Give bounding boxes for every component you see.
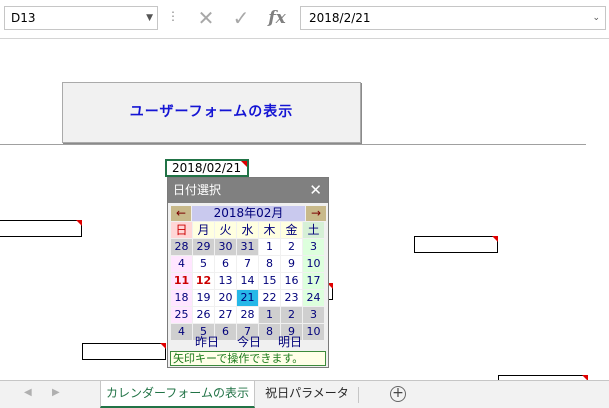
insert-function-icon[interactable]: fx — [264, 5, 290, 31]
calendar-day[interactable]: 16 — [281, 273, 302, 289]
tab-holiday-parameters[interactable]: 祝日パラメータ — [256, 381, 358, 408]
calendar-day[interactable]: 22 — [259, 290, 280, 306]
name-box-value: D13 — [11, 11, 36, 25]
date-cell-value: 2018/02/21 — [172, 161, 242, 175]
calendar-day[interactable]: 2 — [281, 307, 302, 323]
calendar-day[interactable]: 6 — [215, 256, 236, 272]
excel-window: D13 ▼ ⋮ ✕ ✓ fx 2018/2/21 ⌄ ユーザーフォームの表示 2… — [0, 0, 609, 408]
expand-formula-icon[interactable]: ⌄ — [592, 7, 600, 29]
calendar-day[interactable]: 7 — [237, 256, 258, 272]
date-picker-form: 日付選択 ✕ ← 2018年02月 → 日月火水木金土 28 29 30 31 1 2 3 4 5… — [167, 177, 329, 368]
calendar-day[interactable]: 13 — [215, 273, 236, 289]
calendar-day[interactable]: 15 — [259, 273, 280, 289]
weekday-header: 土 — [303, 222, 324, 238]
weekday-header: 金 — [281, 222, 302, 238]
calendar-day[interactable]: 5 — [193, 256, 214, 272]
prev-month-button[interactable]: ← — [171, 206, 191, 221]
scroll-left-icon[interactable]: ◀ — [24, 387, 32, 398]
calendar-day[interactable]: 3 — [303, 307, 324, 323]
form-title: 日付選択 — [173, 183, 222, 197]
month-label: 2018年02月 — [192, 206, 305, 221]
calendar-day[interactable]: 21 — [237, 290, 258, 306]
close-icon[interactable]: ✕ — [309, 178, 322, 203]
calendar-day[interactable]: 4 — [171, 256, 192, 272]
scroll-right-icon[interactable]: ▶ — [52, 387, 60, 398]
calendar-day[interactable]: 23 — [281, 290, 302, 306]
calendar-day[interactable]: 3 — [303, 239, 324, 255]
formula-bar: D13 ▼ ⋮ ✕ ✓ fx 2018/2/21 ⌄ — [0, 0, 609, 39]
input-cell[interactable] — [414, 236, 498, 253]
calendar-day[interactable]: 28 — [171, 239, 192, 255]
calendar-day[interactable]: 18 — [171, 290, 192, 306]
show-userform-button[interactable]: ユーザーフォームの表示 — [62, 82, 361, 143]
cancel-icon[interactable]: ✕ — [193, 5, 219, 31]
calendar-day[interactable]: 14 — [237, 273, 258, 289]
status-label: 矢印キーで操作できます。 — [170, 351, 326, 366]
tab-divider — [358, 387, 359, 403]
active-date-cell[interactable]: 2018/02/21 — [165, 159, 249, 177]
input-cell[interactable] — [0, 220, 82, 237]
formula-value: 2018/2/21 — [309, 11, 371, 25]
comment-indicator-icon — [160, 343, 166, 349]
calendar-day[interactable]: 12 — [193, 273, 214, 289]
comment-indicator-icon — [241, 161, 247, 167]
formula-bar-grip: ⋮ — [167, 9, 179, 23]
comment-indicator-icon — [492, 236, 498, 242]
name-box[interactable]: D13 ▼ — [4, 6, 158, 30]
calendar-day[interactable]: 28 — [237, 307, 258, 323]
calendar-day[interactable]: 9 — [281, 256, 302, 272]
calendar-day[interactable]: 26 — [193, 307, 214, 323]
divider-line — [0, 144, 586, 145]
month-navigator: ← 2018年02月 → — [171, 206, 326, 221]
calendar-day[interactable]: 2 — [281, 239, 302, 255]
yesterday-button[interactable]: 昨日 — [195, 333, 219, 350]
tomorrow-button[interactable]: 明日 — [278, 333, 302, 350]
calendar-day[interactable]: 25 — [171, 307, 192, 323]
weekday-header: 木 — [259, 222, 280, 238]
quick-select-row: 昨日 今日 明日 — [171, 333, 326, 349]
calendar-grid: 日月火水木金土 28 29 30 31 1 2 3 4 5 6 7 8 9 10 11 12 13 14 15 16 17… — [171, 222, 326, 340]
calendar-day[interactable]: 8 — [259, 256, 280, 272]
today-button[interactable]: 今日 — [237, 333, 261, 350]
weekday-header: 火 — [215, 222, 236, 238]
weekday-header: 日 — [171, 222, 192, 238]
calendar-day[interactable]: 19 — [193, 290, 214, 306]
calendar-day[interactable]: 10 — [303, 256, 324, 272]
calendar-day[interactable]: 11 — [171, 273, 192, 289]
weekday-header: 月 — [193, 222, 214, 238]
check-icon[interactable]: ✓ — [228, 5, 254, 31]
calendar-day[interactable]: 24 — [303, 290, 324, 306]
chevron-down-icon[interactable]: ▼ — [146, 7, 153, 29]
input-cell[interactable] — [82, 343, 166, 360]
formula-input[interactable]: 2018/2/21 ⌄ — [300, 6, 606, 30]
add-sheet-icon[interactable]: + — [390, 386, 406, 402]
weekday-header: 水 — [237, 222, 258, 238]
calendar-day[interactable]: 1 — [259, 239, 280, 255]
calendar-day[interactable]: 20 — [215, 290, 236, 306]
sheet-tab-bar: ◀ ▶ カレンダーフォームの表示 祝日パラメータ + — [0, 380, 609, 408]
calendar-day[interactable]: 29 — [193, 239, 214, 255]
tab-calendar-form[interactable]: カレンダーフォームの表示 — [100, 381, 255, 408]
comment-indicator-icon — [76, 220, 82, 226]
form-title-bar[interactable]: 日付選択 ✕ — [168, 178, 328, 203]
calendar-day[interactable]: 27 — [215, 307, 236, 323]
calendar-day[interactable]: 31 — [237, 239, 258, 255]
next-month-button[interactable]: → — [306, 206, 326, 221]
calendar-day[interactable]: 30 — [215, 239, 236, 255]
calendar-day[interactable]: 1 — [259, 307, 280, 323]
calendar-day[interactable]: 17 — [303, 273, 324, 289]
